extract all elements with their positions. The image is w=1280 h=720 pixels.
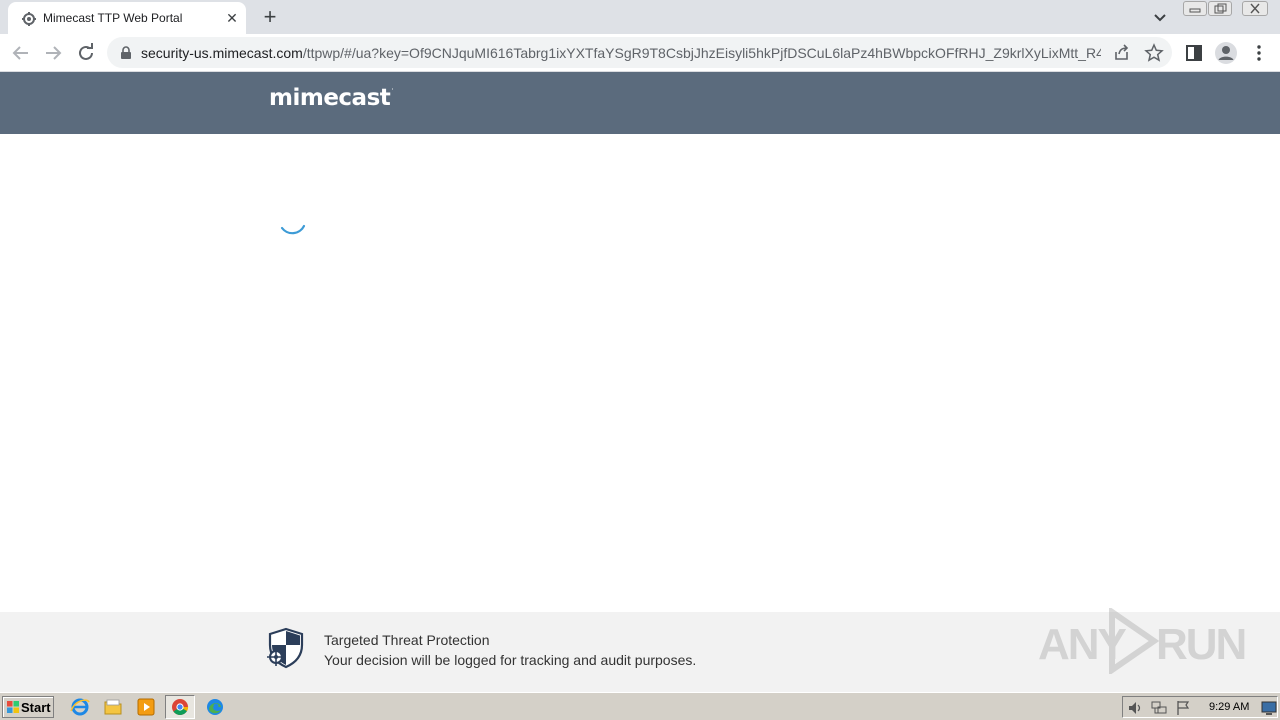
address-bar[interactable]: security-us.mimecast.com/ttpwp/#/ua?key=… [107, 37, 1172, 68]
system-tray: 9:29 AM [1122, 696, 1278, 718]
show-desktop-icon[interactable] [1261, 700, 1277, 716]
loading-spinner-icon [280, 224, 306, 235]
browser-toolbar: security-us.mimecast.com/ttpwp/#/ua?key=… [0, 34, 1280, 72]
file-explorer-icon[interactable] [102, 697, 124, 717]
close-window-icon[interactable] [1242, 1, 1268, 16]
bookmark-star-icon[interactable] [1144, 43, 1164, 63]
chrome-taskbar-button[interactable] [165, 695, 195, 719]
forward-arrow-icon[interactable] [40, 40, 66, 66]
brand-mark: · [391, 85, 394, 94]
minimize-window-icon[interactable] [1183, 1, 1207, 16]
play-icon [1109, 608, 1160, 674]
tab-title: Mimecast TTP Web Portal [43, 11, 183, 25]
anyrun-watermark: ANY RUN [1038, 606, 1247, 676]
side-panel-icon[interactable] [1184, 43, 1204, 63]
start-button[interactable]: Start [2, 696, 54, 718]
mimecast-logo: mimecast· [269, 85, 394, 111]
media-player-icon[interactable] [135, 697, 157, 717]
windows-taskbar: Start 9:29 AM [0, 692, 1280, 720]
browser-tab[interactable]: Mimecast TTP Web Portal ✕ [8, 2, 246, 34]
brand-name: mimecast [269, 85, 391, 111]
volume-icon[interactable] [1127, 700, 1143, 716]
tab-search-chevron-icon[interactable] [1150, 7, 1170, 27]
profile-avatar-icon[interactable] [1214, 41, 1238, 65]
browser-menu-icon[interactable] [1249, 43, 1269, 63]
system-clock[interactable]: 9:29 AM [1209, 701, 1249, 713]
tab-close-icon[interactable]: ✕ [224, 10, 240, 26]
lock-icon[interactable] [120, 46, 132, 59]
url-host: security-us.mimecast.com [141, 45, 303, 61]
footer-text: Your decision will be logged for trackin… [324, 652, 697, 668]
action-center-flag-icon[interactable] [1175, 700, 1191, 716]
mimecast-favicon-icon [22, 12, 36, 26]
restore-window-icon[interactable] [1208, 1, 1232, 16]
share-icon[interactable] [1112, 43, 1132, 63]
windows-flag-icon [7, 701, 19, 713]
shield-target-icon [267, 627, 304, 669]
url-path: /ttpwp/#/ua?key=Of9CNJquMI616Tabrg1ixYXT… [302, 45, 1101, 61]
start-label: Start [21, 700, 51, 715]
back-arrow-icon[interactable] [8, 40, 34, 66]
browser-tab-strip: Mimecast TTP Web Portal ✕ + [0, 0, 1280, 34]
reload-icon[interactable] [73, 40, 99, 66]
mimecast-header: mimecast· [0, 72, 1280, 134]
url-text: security-us.mimecast.com/ttpwp/#/ua?key=… [141, 45, 1101, 61]
watermark-text-run: RUN [1156, 620, 1247, 669]
edge-icon[interactable] [204, 697, 226, 717]
chrome-icon [172, 698, 189, 715]
internet-explorer-icon[interactable] [69, 697, 91, 717]
network-icon[interactable] [1151, 700, 1167, 716]
footer-title: Targeted Threat Protection [324, 632, 490, 648]
new-tab-button[interactable]: + [258, 5, 282, 29]
